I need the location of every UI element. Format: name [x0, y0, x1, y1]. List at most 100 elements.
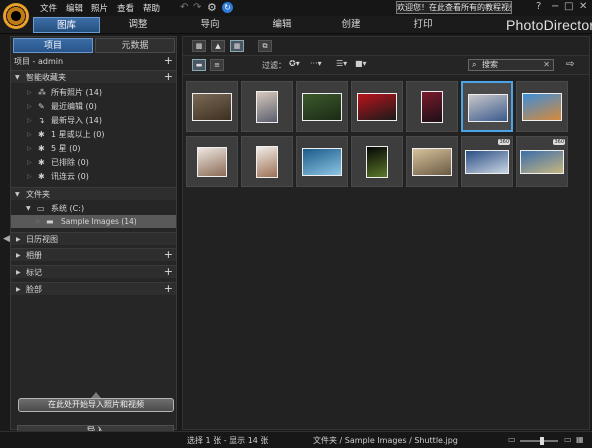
maximize-icon[interactable]: □ — [564, 1, 573, 12]
add-album-icon[interactable]: + — [164, 249, 173, 261]
section-tags[interactable]: ▶ 标记 + — [11, 265, 176, 278]
tab-project[interactable]: 项目 — [13, 38, 93, 53]
thumbnail-mode-icon[interactable]: ▬ — [192, 59, 206, 71]
view-medium-icon[interactable]: ▲ — [211, 40, 225, 52]
update-icon[interactable]: ↻ — [222, 2, 233, 13]
tab-print[interactable]: 打印 — [395, 17, 451, 33]
zoom-slider-knob[interactable] — [540, 437, 545, 445]
add-project-icon[interactable]: + — [164, 55, 173, 67]
color-label-filter-icon[interactable]: ■▾ — [355, 59, 367, 68]
thumbnail[interactable] — [241, 81, 293, 132]
rating-filter-icon[interactable]: ···▾ — [310, 59, 322, 68]
section-faces[interactable]: ▶ 脸部 + — [11, 282, 176, 295]
help-icon[interactable]: ? — [536, 1, 541, 12]
flag-filter-icon[interactable]: ✪▾ — [289, 59, 300, 68]
section-albums[interactable]: ▶ 相册 + — [11, 248, 176, 261]
main-panel: ▩ ▲ ▦ ⧉ ▬ ≡ 过滤： ✪▾ ···▾ ☰▾ ■▾ ⌕ 搜索 ✕ ⇨ 3… — [182, 36, 590, 430]
thumbnail[interactable]: 360 — [461, 136, 513, 187]
smart-item-one-star[interactable]: ▷ ✱ 1 星或以上 (0) — [11, 128, 176, 141]
thumbnail[interactable] — [351, 136, 403, 187]
minimize-icon[interactable]: − — [551, 1, 559, 12]
folder-sample-images[interactable]: ▷ ▬ Sample Images (14) — [11, 215, 176, 228]
sort-icon[interactable]: ☰▾ — [336, 59, 347, 68]
expand-triangle-icon[interactable]: ▷ — [36, 215, 41, 228]
redo-icon[interactable]: ↷ — [193, 2, 201, 13]
recent-import-icon: ↴ — [38, 116, 45, 125]
expand-triangle-icon[interactable]: ▶ — [16, 249, 21, 262]
zoom-out-icon[interactable]: ▭ — [508, 435, 516, 444]
menu-file[interactable]: 文件 — [40, 2, 57, 14]
expand-triangle-icon[interactable]: ▶ — [16, 233, 21, 246]
gear-icon[interactable]: ⚙ — [207, 1, 217, 14]
thumbnail[interactable] — [186, 81, 238, 132]
tab-edit[interactable]: 编辑 — [254, 17, 310, 33]
add-smart-collection-icon[interactable]: + — [164, 71, 173, 83]
smart-item-excluded[interactable]: ▷ ✱ 已排除 (0) — [11, 156, 176, 169]
zoom-in-icon[interactable]: ▭ — [564, 435, 572, 444]
folder-header[interactable]: ▼ 文件夹 — [11, 187, 176, 200]
smart-collections-header[interactable]: ▼ 智能收藏夹 + — [11, 70, 176, 83]
search-placeholder: 搜索 — [482, 60, 498, 69]
thumbnail[interactable] — [406, 81, 458, 132]
collapse-triangle-icon[interactable]: ▼ — [15, 71, 20, 84]
search-input[interactable]: ⌕ 搜索 ✕ — [468, 59, 554, 71]
undo-icon[interactable]: ↶ — [180, 2, 188, 13]
welcome-tutorial-link[interactable]: 欢迎您！在此查看所有的教程视频！ — [396, 1, 512, 14]
thumbnail[interactable] — [296, 81, 348, 132]
close-icon[interactable]: ✕ — [579, 1, 587, 12]
expand-triangle-icon[interactable]: ▷ — [27, 100, 32, 113]
smart-item-cloud[interactable]: ▷ ✱ 讯连云 (0) — [11, 170, 176, 183]
thumbnail[interactable] — [296, 136, 348, 187]
thumbnail[interactable] — [351, 81, 403, 132]
menu-edit[interactable]: 编辑 — [66, 2, 83, 14]
list-mode-icon[interactable]: ≡ — [210, 59, 224, 71]
view-large-icon[interactable]: ▩ — [192, 40, 206, 52]
collapse-panel-icon[interactable]: ◀ — [3, 234, 10, 244]
import-hint-banner[interactable]: 在此处开始导入照片和视频 — [18, 398, 174, 412]
expand-triangle-icon[interactable]: ▶ — [16, 283, 21, 296]
thumbnail[interactable]: 360 — [516, 136, 568, 187]
drive-row[interactable]: ▼ ▭ 系统 (C:) — [11, 202, 176, 215]
section-calendar[interactable]: ▶ 日历视图 — [11, 232, 176, 245]
tab-metadata[interactable]: 元数据 — [95, 38, 175, 53]
expand-triangle-icon[interactable]: ▷ — [27, 114, 32, 127]
menu-photo[interactable]: 照片 — [91, 2, 108, 14]
thumbnail[interactable] — [461, 81, 513, 132]
smart-item-five-star[interactable]: ▷ ✱ 5 星 (0) — [11, 142, 176, 155]
section-label: 相册 — [26, 251, 42, 260]
expand-triangle-icon[interactable]: ▶ — [16, 266, 21, 279]
smart-item-recent-edit[interactable]: ▷ ✎ 最近编辑 (0) — [11, 100, 176, 113]
expand-triangle-icon[interactable]: ▷ — [27, 142, 32, 155]
export-icon[interactable]: ⇨ — [566, 59, 574, 70]
thumbnail[interactable] — [516, 81, 568, 132]
add-face-icon[interactable]: + — [164, 283, 173, 295]
expand-triangle-icon[interactable]: ▷ — [27, 128, 32, 141]
add-tag-icon[interactable]: + — [164, 266, 173, 278]
clear-search-icon[interactable]: ✕ — [543, 60, 550, 70]
tab-guided[interactable]: 导向 — [182, 17, 238, 33]
collapse-triangle-icon[interactable]: ▼ — [26, 202, 31, 215]
tab-adjust[interactable]: 调整 — [110, 17, 166, 33]
compare-view-icon[interactable]: ⧉ — [258, 40, 272, 52]
collapse-triangle-icon[interactable]: ▼ — [15, 188, 20, 201]
expand-triangle-icon[interactable]: ▷ — [27, 86, 32, 99]
tab-library[interactable]: 图库 — [33, 17, 100, 33]
selection-status: 选择 1 张 - 显示 14 张 — [187, 436, 269, 445]
expand-triangle-icon[interactable]: ▷ — [27, 156, 32, 169]
thumbnail[interactable] — [406, 136, 458, 187]
menu-help[interactable]: 帮助 — [143, 2, 160, 14]
smart-item-label: 已排除 (0) — [51, 158, 89, 167]
view-grid-icon[interactable]: ▦ — [230, 40, 244, 52]
menu-bar: 文件 编辑 照片 查看 帮助 ↶ ↷ ⚙ ↻ 欢迎您！在此查看所有的教程视频！ … — [0, 0, 592, 29]
smart-item-all-photos[interactable]: ▷ ⁂ 所有照片 (14) — [11, 86, 176, 99]
zoom-slider[interactable] — [520, 437, 558, 445]
menu-view[interactable]: 查看 — [117, 2, 134, 14]
thumbnail[interactable] — [241, 136, 293, 187]
expand-triangle-icon[interactable]: ▷ — [27, 170, 32, 183]
thumbnail-image — [421, 90, 443, 123]
thumbnail-image — [302, 92, 342, 121]
grid-size-icon[interactable]: ▦ — [576, 435, 584, 444]
tab-create[interactable]: 创建 — [323, 17, 379, 33]
thumbnail[interactable] — [186, 136, 238, 187]
smart-item-recent-import[interactable]: ▷ ↴ 最新导入 (14) — [11, 114, 176, 127]
